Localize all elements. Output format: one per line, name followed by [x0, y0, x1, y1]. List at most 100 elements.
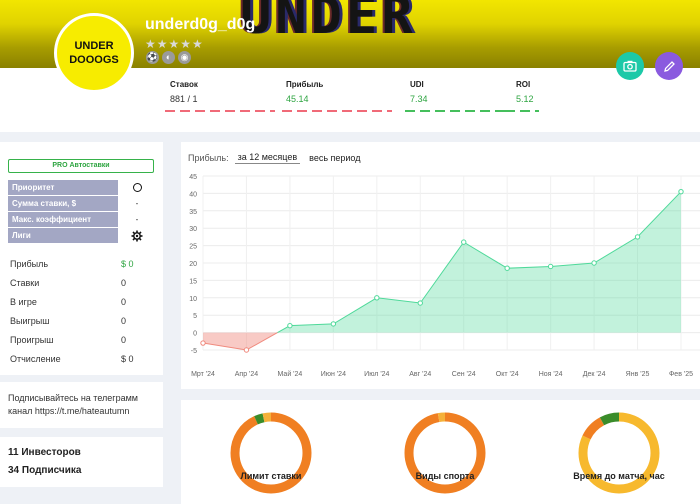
stat-value: 45.14 [286, 94, 309, 104]
profit-chart-panel: Прибыль: за 12 месяцев весь период -5 0 5 1… [181, 142, 700, 389]
setting-priority[interactable]: Приоритет [8, 180, 154, 195]
data-point [547, 263, 554, 270]
auto-bet-panel: PRO Автоставки Приоритет Сумма ставки, $… [0, 142, 163, 375]
community-panel: 11 Инвесторов 34 Подписчика [0, 437, 163, 487]
donut-title: Виды спорта [415, 471, 475, 481]
metric-in-play: В игре 0 [10, 297, 150, 307]
metric-value: $ 0 [121, 354, 134, 364]
metric-value: 0 [121, 278, 127, 288]
metric-label: Отчисление [10, 354, 61, 364]
x-tick-label: Дек '24 [583, 371, 606, 378]
x-tick-label: Ноя '24 [539, 371, 563, 378]
y-tick-label: 5 [193, 313, 197, 320]
donut-sports[interactable]: Виды спорта [400, 408, 490, 503]
metric-value: 0 [121, 297, 127, 307]
data-point [634, 234, 641, 240]
y-tick-label: 40 [189, 191, 197, 198]
stat-label: Прибыль [286, 80, 324, 89]
pencil-icon [663, 60, 675, 72]
donut-stake-limit[interactable]: Лимит ставки [226, 408, 316, 503]
donut-time-to-match[interactable]: Время до матча, час [573, 408, 665, 503]
data-point [243, 347, 250, 353]
y-tick-label: 10 [189, 296, 197, 303]
stat-bets-indicator [165, 110, 275, 112]
y-tick-label: 45 [189, 174, 197, 181]
username: underd0g_d0g [145, 16, 256, 33]
stat-roi-indicator [505, 110, 539, 112]
x-tick-label: Май '24 [278, 370, 303, 378]
x-tick-label: Авг '24 [409, 371, 431, 378]
sports-donut [404, 412, 486, 494]
stat-value: 5.12 [516, 94, 534, 104]
leagues-settings-button[interactable] [120, 228, 154, 243]
chart-filters: Прибыль: за 12 месяцев весь период [188, 151, 364, 164]
setting-label: Приоритет [8, 180, 118, 195]
data-point [330, 321, 337, 327]
metric-label: В игре [10, 297, 37, 307]
stat-label: ROI [516, 80, 531, 89]
y-tick-label: 0 [193, 331, 197, 338]
subscribers-count[interactable]: 34 Подписчика [8, 465, 81, 476]
y-tick-label: 20 [189, 261, 197, 268]
filter-all-time[interactable]: весь период [306, 152, 363, 164]
data-point [678, 188, 684, 195]
telegram-panel: Подписывайтесь на телеграмм канал https:… [0, 382, 163, 428]
data-point [287, 322, 293, 329]
x-tick-label: Фев '25 [669, 371, 693, 378]
metric-label: Проигрыш [10, 335, 54, 345]
y-tick-label: 35 [189, 209, 197, 216]
stat-bets: Ставок 881 / 1 [170, 80, 270, 104]
stat-profit: Прибыль 45.14 [286, 80, 386, 104]
time-to-match-donut [578, 412, 660, 494]
x-tick-label: Мрт '24 [191, 371, 215, 378]
x-tick-label: Июн '24 [321, 371, 346, 378]
y-tick-label: -5 [191, 348, 197, 355]
gear-icon [131, 230, 143, 242]
priority-radio[interactable] [120, 180, 154, 195]
setting-value: - [135, 199, 139, 208]
investors-count[interactable]: 11 Инвесторов [8, 447, 81, 458]
stat-roi: ROI 5.12 [516, 80, 616, 104]
donut-title: Время до матча, час [573, 471, 665, 481]
setting-stake[interactable]: Сумма ставки, $ - [8, 196, 154, 211]
soccer-ball-icon: ⚽ [146, 51, 159, 64]
metric-bets: Ставки 0 [10, 278, 150, 288]
y-tick-label: 15 [189, 278, 197, 285]
setting-label: Макс. коэффициент [8, 212, 118, 227]
profit-chart: -5 0 5 10 15 20 25 30 35 40 45 Мрт '24 Апр '24 Май '2… [189, 174, 700, 378]
stat-profit-indicator [282, 110, 392, 112]
metric-label: Выигрыш [10, 316, 50, 326]
negative-area [203, 332, 278, 350]
x-tick-label: Окт '24 [496, 371, 519, 378]
setting-label: Сумма ставки, $ [8, 196, 118, 211]
setting-label: Лиги [8, 228, 118, 243]
stat-value: 7.34 [410, 94, 428, 104]
data-point [200, 340, 206, 346]
avatar[interactable]: UNDER DOOOGS [54, 13, 134, 93]
distribution-panel: Лимит ставки Виды спорта Время до матча,… [181, 400, 700, 504]
radio-circle-icon [132, 183, 142, 193]
filter-12-months[interactable]: за 12 месяцев [234, 151, 301, 164]
setting-leagues[interactable]: Лиги [8, 228, 154, 243]
edit-button[interactable] [655, 52, 683, 80]
metric-label: Ставки [10, 278, 40, 288]
pro-autobet-button[interactable]: PRO Автоставки [8, 159, 154, 173]
stat-label: UDI [410, 80, 424, 89]
avatar-text-line1: UNDER [74, 40, 114, 52]
metric-fee: Отчисление $ 0 [10, 354, 150, 364]
avatar-text-line2: DOOOGS [69, 54, 119, 66]
target-icon: ◉ [178, 51, 191, 64]
donut-title: Лимит ставки [240, 471, 302, 481]
photo-button[interactable] [616, 52, 644, 80]
positive-area [277, 191, 681, 333]
stat-label: Ставок [170, 80, 198, 89]
metric-value: 0 [121, 335, 127, 345]
metric-profit: Прибыль $ 0 [10, 259, 150, 269]
sport-icons: ⚽ ◐ ◉ [146, 51, 191, 64]
data-point [417, 300, 423, 306]
setting-value: - [135, 215, 139, 224]
half-moon-icon: ◐ [162, 51, 175, 64]
setting-max-odds[interactable]: Макс. коэффициент - [8, 212, 154, 227]
stat-udi-indicator [405, 110, 515, 112]
metric-label: Прибыль [10, 259, 49, 269]
